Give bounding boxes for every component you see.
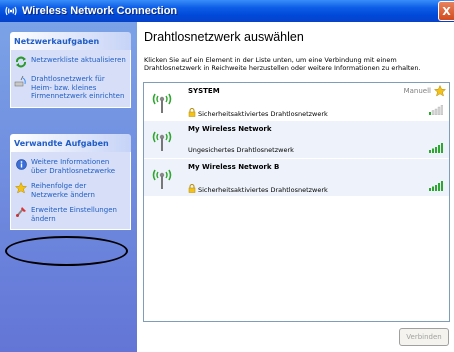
related-tasks-heading: Verwandte Aufgaben xyxy=(10,134,131,152)
network-name: SYSTEM xyxy=(188,87,220,95)
close-button[interactable]: X xyxy=(438,1,454,21)
refresh-network-list-label: Netzwerkliste aktualisieren xyxy=(31,56,126,64)
change-order-label: Reihenfolge der Netzwerke ändern xyxy=(31,182,95,199)
network-name: My Wireless Network B xyxy=(188,163,280,171)
main-content: Drahtlosnetzwerk auswählen Klicken Sie a… xyxy=(137,22,454,352)
related-tasks-panel: Verwandte Aufgaben Weitere Informationen… xyxy=(10,134,131,230)
antenna-icon xyxy=(150,88,174,116)
page-title: Drahtlosnetzwerk auswählen xyxy=(144,30,304,44)
connect-button[interactable]: Verbinden xyxy=(399,328,449,346)
more-info-label: Weitere Informationen über Drahtlosnetzw… xyxy=(31,158,116,175)
antenna-icon xyxy=(150,126,174,154)
signal-strength-icon xyxy=(429,104,444,117)
antenna-icon xyxy=(150,164,174,192)
security-status: Sicherheitsaktiviertes Drahtlosnetzwerk xyxy=(198,185,328,194)
security-status: Ungesichertes Drahtlosnetzwerk xyxy=(188,146,294,154)
advanced-settings-label: Erweiterte Einstellungen ändern xyxy=(31,206,117,223)
network-list[interactable]: SYSTEM Manuell Sicherheitsaktiviertes Dr… xyxy=(143,82,450,322)
window-title: Wireless Network Connection xyxy=(22,5,178,17)
title-bar: Wireless Network Connection X xyxy=(0,0,454,22)
network-tasks-heading: Netzwerkaufgaben xyxy=(10,32,131,50)
setup-network-icon xyxy=(14,75,28,87)
star-icon xyxy=(14,182,28,194)
network-tasks-panel: Netzwerkaufgaben Netzwerkliste aktualisi… xyxy=(10,32,131,108)
lock-icon xyxy=(188,108,196,119)
connection-mode: Manuell xyxy=(403,87,431,95)
security-status: Sicherheitsaktiviertes Drahtlosnetzwerk xyxy=(198,109,328,118)
refresh-network-list-link[interactable]: Netzwerkliste aktualisieren xyxy=(14,56,127,68)
settings-icon xyxy=(14,206,28,218)
setup-network-label: Drahtlosnetzwerk für Heim- bzw. kleines … xyxy=(31,75,125,100)
advanced-settings-link[interactable]: Erweiterte Einstellungen ändern xyxy=(14,206,127,223)
signal-strength-icon xyxy=(429,181,443,193)
network-name: My Wireless Network xyxy=(188,125,272,133)
refresh-icon xyxy=(14,56,28,68)
network-item-my-wireless-network[interactable]: My Wireless Network Ungesichertes Drahtl… xyxy=(144,121,449,159)
signal-strength-icon xyxy=(429,143,443,155)
page-description: Klicken Sie auf ein Element in der Liste… xyxy=(144,56,421,72)
info-icon xyxy=(14,158,28,170)
setup-network-link[interactable]: Drahtlosnetzwerk für Heim- bzw. kleines … xyxy=(14,75,127,101)
network-item-my-wireless-network-b[interactable]: My Wireless Network B Sicherheitsaktivie… xyxy=(144,159,449,197)
change-order-link[interactable]: Reihenfolge der Netzwerke ändern xyxy=(14,182,127,199)
preferred-star-icon xyxy=(433,84,447,99)
lock-icon xyxy=(188,184,196,195)
sidebar: Netzwerkaufgaben Netzwerkliste aktualisi… xyxy=(0,22,137,352)
wireless-icon xyxy=(0,0,22,22)
highlight-ellipse xyxy=(5,236,128,266)
more-info-link[interactable]: Weitere Informationen über Drahtlosnetzw… xyxy=(14,158,127,175)
network-item-system[interactable]: SYSTEM Manuell Sicherheitsaktiviertes Dr… xyxy=(144,83,449,121)
